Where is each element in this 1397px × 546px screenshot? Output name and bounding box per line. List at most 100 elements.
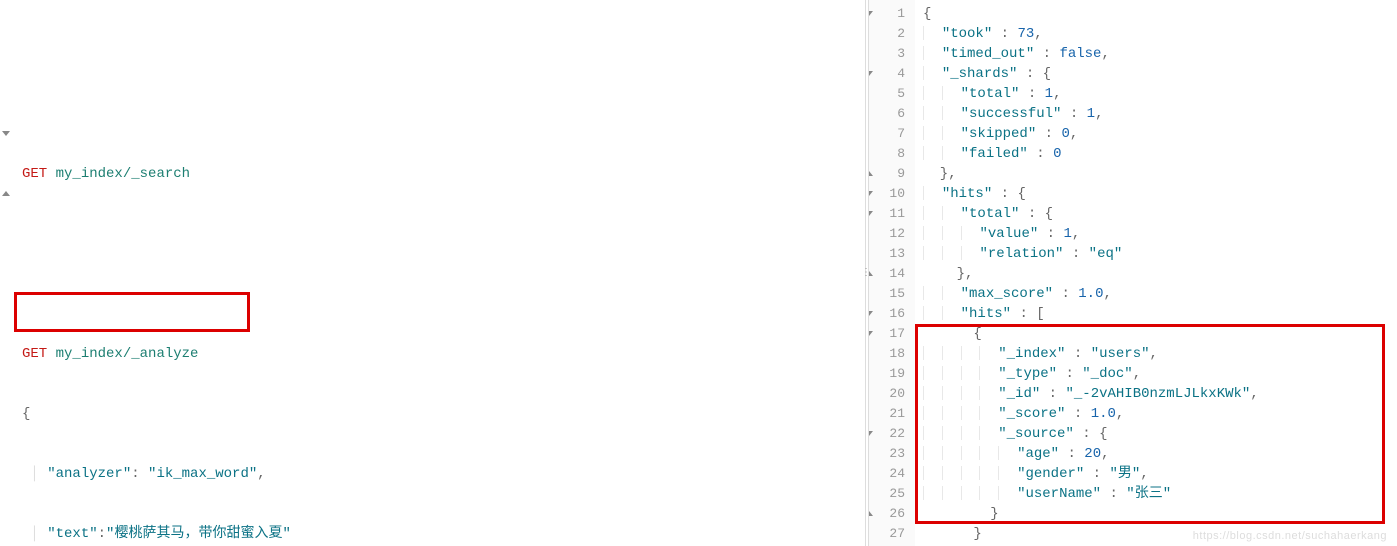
token-punct: : [1065,406,1090,422]
response-line[interactable]: "hits" : { [915,184,1397,204]
response-line[interactable]: "_type" : "_doc", [915,364,1397,384]
token-key: "_type" [998,366,1057,382]
token-strv: "_doc" [1082,366,1132,382]
response-line[interactable]: { [915,4,1397,24]
response-line[interactable]: "timed_out" : false, [915,44,1397,64]
token-punct: , [1250,386,1258,402]
response-line[interactable]: { [915,324,1397,344]
response-pane: 1234567891011121314151617181920212223242… [869,0,1397,546]
token-key: "_source" [998,426,1074,442]
response-line[interactable]: "total" : { [915,204,1397,224]
response-line[interactable]: "userName" : "张三" [915,484,1397,504]
indent [923,406,998,422]
line-number: 26 [869,504,905,524]
token-key: "hits" [942,186,992,202]
token-strv: "eq" [1089,246,1123,262]
response-line[interactable]: "_shards" : { [915,64,1397,84]
response-line[interactable]: }, [915,164,1397,184]
token-punct: : [1065,346,1090,362]
code-line[interactable]: │ "text":"樱桃萨其马，带你甜蜜入夏" [14,524,865,544]
response-line[interactable]: }, [915,264,1397,284]
token-key: "gender" [1017,466,1084,482]
line-number: 11 [869,204,905,224]
code-line[interactable]: GET my_index/_search [14,164,865,184]
token-key: "took" [942,26,992,42]
indent [923,466,1017,482]
response-line[interactable]: "took" : 73, [915,24,1397,44]
token-num: 1.0 [1078,286,1103,302]
line-number: 3 [869,44,905,64]
code-line[interactable] [14,244,865,284]
indent [923,86,961,102]
response-line[interactable]: "gender" : "男", [915,464,1397,484]
token-punct: , [1034,26,1042,42]
token-punct: : [1036,126,1061,142]
token-punct: : { [1074,426,1108,442]
http-method: GET [22,166,47,182]
indent [923,26,942,42]
response-line[interactable]: "hits" : [ [915,304,1397,324]
token-strv: "_-2vAHIB0nzmLJLkxKWk" [1065,386,1250,402]
indent [923,306,961,322]
indent [923,386,998,402]
token-punct: , [1140,466,1148,482]
line-number: 8 [869,144,905,164]
line-number: 16 [869,304,905,324]
token-punct: , [1116,406,1124,422]
response-line[interactable]: "value" : 1, [915,224,1397,244]
token-num: 1 [1087,106,1095,122]
response-line[interactable]: "_source" : { [915,424,1397,444]
response-line[interactable]: "max_score" : 1.0, [915,284,1397,304]
token-key: "max_score" [961,286,1053,302]
response-line[interactable]: } [915,504,1397,524]
indent [923,366,998,382]
indent [923,446,1017,462]
response-viewer[interactable]: { "took" : 73, "timed_out" : false, "_sh… [915,0,1397,546]
indent [923,146,961,162]
response-line[interactable]: } [915,524,1397,544]
line-number: 21 [869,404,905,424]
response-line[interactable]: "skipped" : 0, [915,124,1397,144]
line-number: 2 [869,24,905,44]
response-line[interactable]: "relation" : "eq" [915,244,1397,264]
token-key: "skipped" [961,126,1037,142]
response-line[interactable]: "failed" : 0 [915,144,1397,164]
request-editor[interactable]: GET my_index/_search GET my_index/_analy… [14,0,865,546]
request-editor-pane[interactable]: GET my_index/_search GET my_index/_analy… [0,0,865,546]
code-line[interactable]: │ "analyzer": "ik_max_word", [14,464,865,484]
token-punct: : [1061,106,1086,122]
token-punct: , [1101,46,1109,62]
token-punct: : [1040,386,1065,402]
line-number: 15 [869,284,905,304]
token-punct: : { [1019,206,1053,222]
response-line[interactable]: "successful" : 1, [915,104,1397,124]
fold-arrow-up-icon[interactable] [2,191,10,196]
token-key: "hits" [961,306,1011,322]
token-punct: , [1053,86,1061,102]
response-line[interactable]: "total" : 1, [915,84,1397,104]
token-punct: : [1059,446,1084,462]
response-line[interactable]: "_index" : "users", [915,344,1397,364]
token-punct: : { [1017,66,1051,82]
code-line[interactable]: GET my_index/_analyze [14,344,865,364]
token-key: "_score" [998,406,1065,422]
token-punct: , [1070,126,1078,142]
token-key: "failed" [961,146,1028,162]
indent [923,226,979,242]
token-punct: : [992,26,1017,42]
token-punct: : { [992,186,1026,202]
code-line[interactable] [14,64,865,104]
line-number: 24 [869,464,905,484]
code-line[interactable]: { [14,404,865,424]
token-num: 73 [1017,26,1034,42]
token-num: 20 [1084,446,1101,462]
response-line[interactable]: "_score" : 1.0, [915,404,1397,424]
token-punct: : [1028,146,1053,162]
indent [923,106,961,122]
response-line[interactable]: "age" : 20, [915,444,1397,464]
response-line[interactable]: "_id" : "_-2vAHIB0nzmLJLkxKWk", [915,384,1397,404]
line-number-gutter: 1234567891011121314151617181920212223242… [869,0,915,546]
token-punct: : [1101,486,1126,502]
token-key: "timed_out" [942,46,1034,62]
fold-arrow-icon[interactable] [2,131,10,136]
